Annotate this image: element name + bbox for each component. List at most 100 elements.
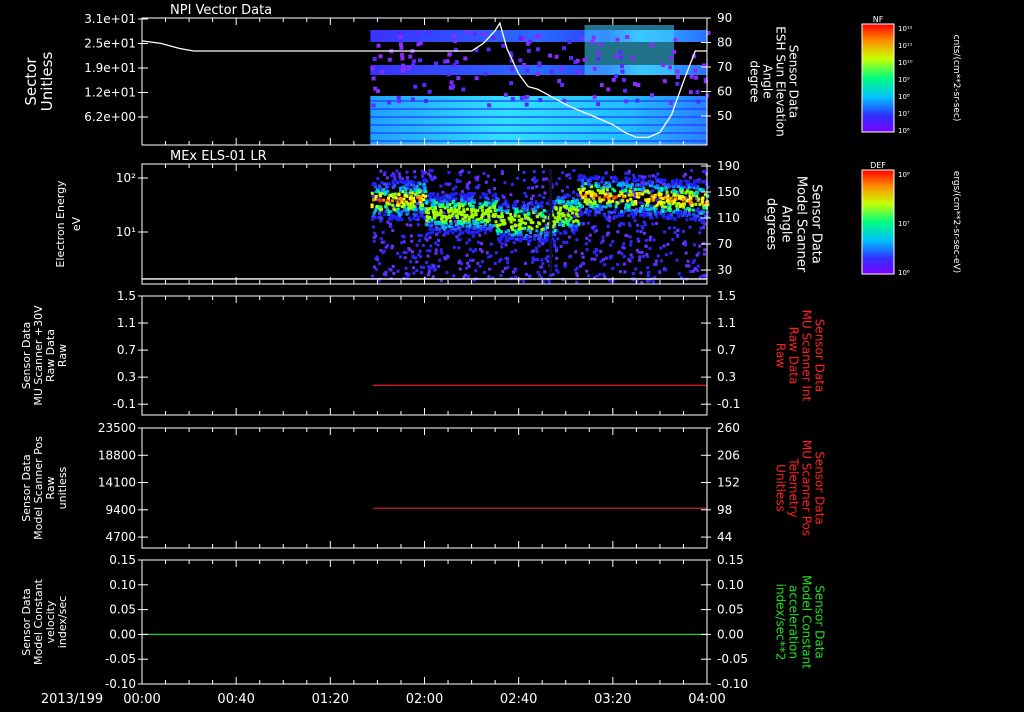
els-band: [562, 200, 566, 204]
els-noise: [465, 253, 469, 257]
els-noise: [412, 271, 416, 275]
npi-speck: [554, 54, 559, 59]
els-band: [639, 188, 643, 192]
els-band: [483, 231, 487, 235]
els-noise: [640, 250, 644, 254]
els-band: [553, 228, 557, 232]
els-band: [577, 187, 581, 191]
els-band: [447, 210, 451, 214]
npi-bright-patch: [584, 25, 675, 75]
els-band: [614, 204, 618, 208]
npi-speck: [451, 84, 456, 89]
els-band: [422, 215, 426, 219]
els-band: [668, 204, 672, 208]
els-noise: [381, 231, 385, 235]
els-noise: [466, 187, 470, 191]
els-noise: [644, 244, 648, 248]
els-noise: [691, 261, 695, 265]
els-noise: [504, 243, 508, 247]
els-band: [587, 179, 591, 183]
els-band: [685, 199, 689, 203]
els-band: [704, 182, 708, 186]
els-band: [383, 192, 387, 196]
npi-speck: [474, 76, 479, 81]
els-band: [691, 208, 695, 212]
els-noise: [690, 169, 694, 173]
els-band: [429, 231, 433, 235]
els-band: [394, 179, 398, 183]
els-noise: [527, 186, 531, 190]
els-noise: [662, 244, 666, 248]
els-noise: [534, 246, 538, 250]
npi-speck: [411, 63, 416, 68]
els-band: [529, 218, 533, 222]
els-band: [678, 179, 682, 183]
els-band: [553, 233, 557, 237]
els-band: [513, 200, 517, 204]
els-band: [585, 190, 589, 194]
els-noise: [383, 171, 387, 175]
els-band: [618, 214, 622, 218]
els-band: [430, 199, 434, 203]
els-noise: [391, 229, 395, 233]
npi-speck: [456, 76, 461, 81]
els-band: [456, 216, 460, 220]
els-noise: [593, 257, 597, 261]
els-noise: [413, 256, 417, 260]
els-noise: [595, 274, 599, 278]
colorbar-label: ergs/(cm**2-sr-sec-eV): [951, 171, 961, 273]
els-band: [611, 199, 615, 203]
els-band: [409, 191, 413, 195]
els-noise: [543, 270, 547, 274]
npi-speck: [675, 81, 680, 86]
els-band: [631, 210, 635, 214]
els-band: [471, 215, 475, 219]
els-band: [380, 181, 384, 185]
y-tick-label: 6.2e+00: [84, 110, 136, 124]
els-band: [672, 210, 676, 214]
els-noise: [378, 262, 382, 266]
els-noise: [542, 196, 546, 200]
els-band: [620, 192, 624, 196]
els-noise: [600, 241, 604, 245]
npi-speck: [611, 77, 616, 82]
els-noise: [608, 215, 612, 219]
els-band: [486, 210, 490, 214]
els-band: [622, 182, 626, 186]
els-band: [542, 219, 546, 223]
els-noise: [648, 238, 652, 242]
npi-speck: [461, 87, 466, 92]
els-band: [516, 210, 520, 214]
els-noise: [611, 240, 615, 244]
els-noise: [413, 170, 417, 174]
els-noise: [621, 222, 625, 226]
els-band: [445, 230, 449, 234]
npi-speck: [695, 89, 700, 94]
els-band: [596, 188, 600, 192]
els-band: [613, 209, 617, 213]
y2-tick-label: 70: [717, 60, 732, 74]
npi-speck: [649, 43, 654, 48]
els-band: [428, 195, 432, 199]
els-noise: [651, 280, 655, 284]
els-noise: [537, 244, 541, 248]
els-noise: [654, 259, 658, 263]
els-band: [655, 215, 659, 219]
els-noise: [467, 170, 471, 174]
npi-speck: [375, 88, 380, 93]
npi-speck: [449, 80, 454, 85]
els-band: [387, 182, 391, 186]
els-noise: [502, 195, 506, 199]
els-band: [454, 223, 458, 227]
npi-speck: [510, 67, 515, 72]
els-band: [569, 223, 573, 227]
els-band: [658, 193, 662, 197]
els-noise: [415, 260, 419, 264]
els-noise: [559, 244, 563, 248]
els-band: [540, 228, 544, 232]
els-band: [534, 209, 538, 213]
els-band: [506, 202, 510, 206]
npi-speck: [548, 53, 553, 58]
els-band: [545, 239, 549, 243]
els-noise: [523, 191, 527, 195]
